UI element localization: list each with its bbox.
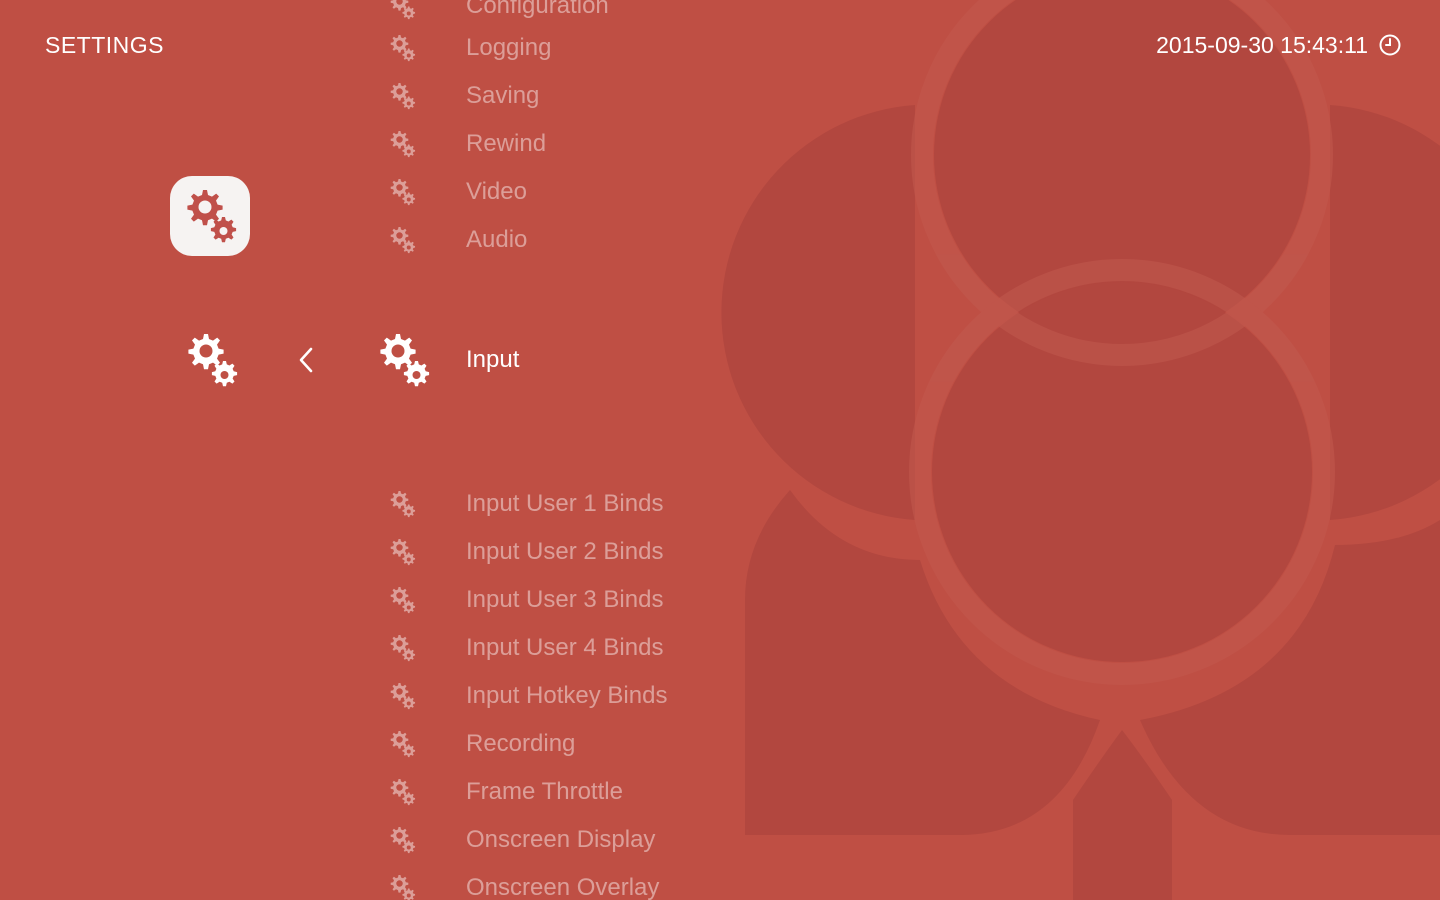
menu-item-onscreen-overlay[interactable]: Onscreen Overlay (388, 868, 659, 900)
menu-item-input-user-2-binds[interactable]: Input User 2 Binds (388, 532, 663, 572)
menu-item-label: Configuration (466, 0, 609, 19)
menu-item-rewind[interactable]: Rewind (388, 124, 546, 164)
menu-item-label: Frame Throttle (466, 778, 623, 805)
menu-item-frame-throttle[interactable]: Frame Throttle (388, 772, 623, 812)
settings-gears-icon (388, 874, 416, 900)
settings-gears-icon (388, 130, 416, 158)
datetime-label: 2015-09-30 15:43:11 (1156, 32, 1368, 58)
menu-item-label: Input User 3 Binds (466, 586, 664, 613)
settings-gears-icon (388, 538, 416, 566)
menu-item-configuration[interactable]: Configuration (388, 0, 609, 26)
settings-gears-icon (388, 490, 416, 518)
menu-item-label: Video (466, 178, 527, 205)
menu-item-label: Onscreen Display (466, 826, 656, 853)
menu-item-label: Saving (466, 82, 540, 109)
menu-item-saving[interactable]: Saving (388, 76, 539, 116)
menu-item-label: Onscreen Overlay (466, 874, 660, 900)
menu-item-onscreen-display[interactable]: Onscreen Display (388, 820, 655, 860)
settings-gears-icon (388, 586, 416, 614)
menu-item-label: Rewind (466, 130, 547, 157)
clock-icon (1379, 34, 1401, 56)
menu-item-input[interactable]: Input (380, 332, 519, 388)
menu-item-label: Input User 4 Binds (466, 634, 664, 661)
clock: 2015-09-30 15:43:11 (1156, 30, 1402, 60)
settings-gears-icon (388, 634, 416, 662)
settings-menu: Configuration Logging Saving Rewind Vide… (0, 0, 760, 900)
menu-item-recording[interactable]: Recording (388, 724, 575, 764)
settings-gears-icon (388, 682, 416, 710)
menu-item-logging[interactable]: Logging (388, 28, 551, 68)
menu-item-label: Logging (466, 34, 552, 61)
menu-item-input-user-1-binds[interactable]: Input User 1 Binds (388, 484, 663, 524)
settings-gears-icon (388, 826, 416, 854)
menu-item-label: Input User 2 Binds (466, 538, 664, 565)
menu-item-label: Input User 1 Binds (466, 490, 664, 517)
menu-item-label: Input Hotkey Binds (466, 682, 668, 709)
menu-item-label: Recording (466, 730, 576, 757)
settings-screen: SETTINGS 2015-09-30 15:43:11 Configurati… (0, 0, 1440, 900)
settings-gears-icon (388, 34, 416, 62)
menu-item-label: Input (466, 346, 520, 373)
settings-gears-icon (388, 778, 416, 806)
settings-gears-icon (388, 226, 416, 254)
menu-item-video[interactable]: Video (388, 172, 527, 212)
settings-gears-icon (376, 332, 430, 388)
settings-gears-icon (388, 0, 416, 20)
menu-item-audio[interactable]: Audio (388, 220, 527, 260)
menu-item-input-hotkey-binds[interactable]: Input Hotkey Binds (388, 676, 667, 716)
menu-item-input-user-3-binds[interactable]: Input User 3 Binds (388, 580, 663, 620)
settings-gears-icon (388, 82, 416, 110)
menu-item-label: Audio (466, 226, 528, 253)
menu-item-input-user-4-binds[interactable]: Input User 4 Binds (388, 628, 663, 668)
settings-gears-icon (388, 730, 416, 758)
settings-gears-icon (388, 178, 416, 206)
